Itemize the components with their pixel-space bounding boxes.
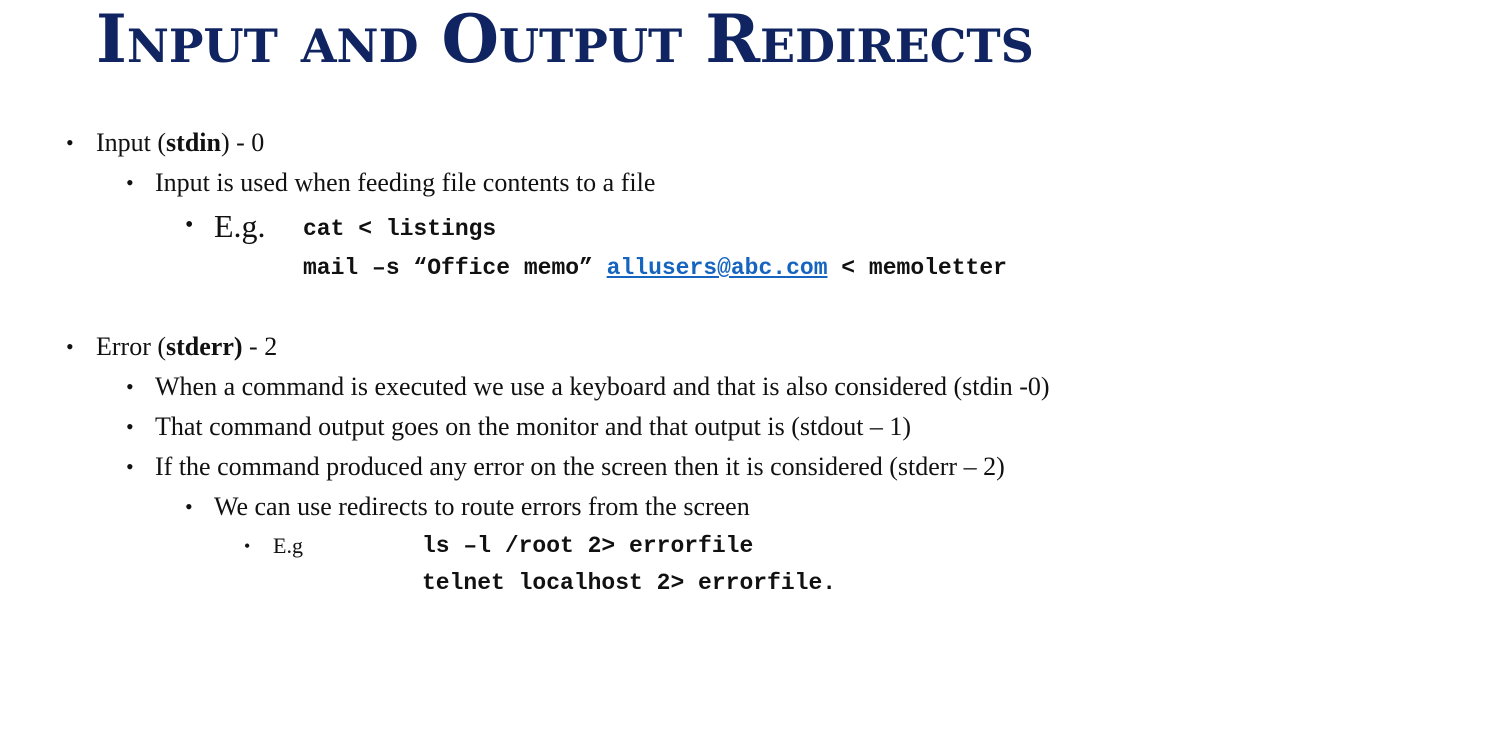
input-description: Input is used when feeding file contents… bbox=[155, 168, 656, 197]
bullet-error-sub3: • bbox=[126, 454, 134, 479]
input-heading: Input (stdin) - 0 bbox=[96, 128, 264, 158]
input-heading-bold: stdin bbox=[166, 128, 221, 157]
error-command-telnet: telnet localhost 2> errorfile. bbox=[422, 570, 837, 596]
input-heading-pre: Input ( bbox=[96, 128, 167, 157]
bullet-error-sub3a: • bbox=[185, 494, 193, 519]
bullet-error-sub2: • bbox=[126, 414, 134, 439]
bullet-input-eg: • bbox=[185, 212, 194, 238]
error-heading-bold: stderr) bbox=[166, 332, 243, 361]
bullet-error: • bbox=[66, 334, 74, 359]
mail-command-post: < memoletter bbox=[827, 255, 1007, 281]
error-point-stderr: If the command produced any error on the… bbox=[155, 452, 1005, 481]
input-command-mail: mail –s “Office memo” allusers@abc.com <… bbox=[303, 253, 1007, 283]
slide-title: Input and Output Redirects bbox=[96, 0, 1034, 78]
input-eg-label: E.g. bbox=[214, 208, 266, 244]
error-heading-pre: Error ( bbox=[96, 332, 167, 361]
mail-command-pre: mail –s “Office memo” bbox=[303, 255, 607, 281]
bullet-input: • bbox=[66, 130, 74, 155]
error-heading-post: - 2 bbox=[242, 332, 278, 361]
bullet-error-sub1: • bbox=[126, 374, 134, 399]
error-point-stdin: When a command is executed we use a keyb… bbox=[155, 372, 1050, 401]
bullet-error-eg: • bbox=[244, 536, 251, 556]
error-command-ls: ls –l /root 2> errorfile bbox=[422, 533, 754, 559]
email-link[interactable]: allusers@abc.com bbox=[607, 255, 828, 281]
input-command-cat: cat < listings bbox=[303, 216, 497, 242]
bullet-input-sub: • bbox=[126, 170, 134, 195]
error-point-redirects: We can use redirects to route errors fro… bbox=[214, 492, 750, 521]
error-heading: Error (stderr) - 2 bbox=[96, 332, 277, 362]
error-point-stdout: That command output goes on the monitor … bbox=[155, 412, 912, 441]
error-eg-label: E.g bbox=[273, 533, 303, 558]
input-heading-post: ) - 0 bbox=[220, 128, 265, 157]
